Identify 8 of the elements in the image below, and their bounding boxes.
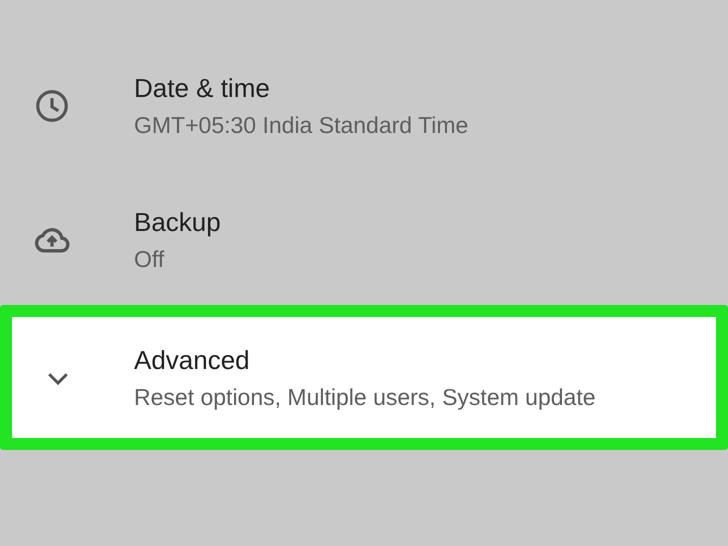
- setting-subtitle: Reset options, Multiple users, System update: [134, 382, 596, 412]
- clock-icon: [33, 87, 71, 125]
- setting-title: Date & time: [134, 72, 271, 104]
- setting-subtitle: GMT+05:30 India Standard Time: [134, 111, 468, 140]
- setting-title: Backup: [134, 206, 221, 238]
- highlighted-setting-row[interactable]: Advanced Reset options, Multiple users, System update: [0, 305, 728, 450]
- setting-subtitle: Off: [134, 245, 166, 274]
- setting-title: Advanced: [134, 344, 251, 376]
